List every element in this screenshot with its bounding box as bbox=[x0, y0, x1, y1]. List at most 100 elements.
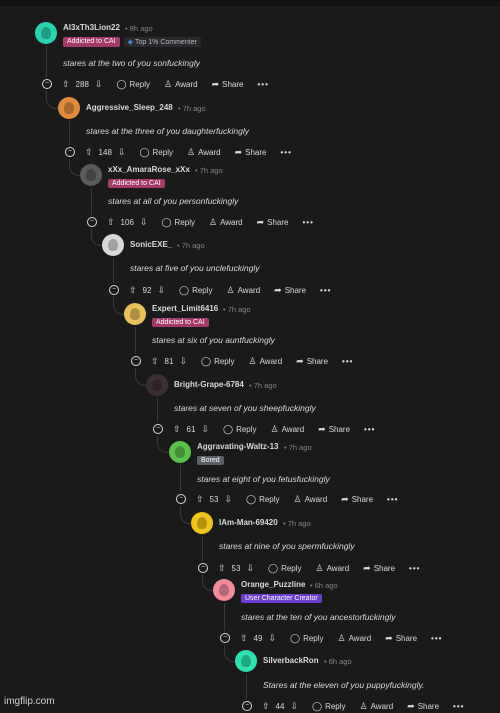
username[interactable]: SonicEXE_ bbox=[130, 240, 172, 249]
share-button[interactable]: ➦ Share bbox=[274, 285, 306, 296]
more-options-button[interactable]: ••• bbox=[453, 702, 464, 711]
downvote-icon[interactable]: ⇩ bbox=[268, 633, 276, 644]
more-options-button[interactable]: ••• bbox=[303, 218, 314, 227]
share-button[interactable]: ➦ Share bbox=[212, 79, 244, 90]
comment-body: stares at nine of you spermfuckingly bbox=[219, 541, 355, 551]
award-button[interactable]: ♙ Award bbox=[316, 563, 350, 574]
award-button[interactable]: ♙ Award bbox=[249, 356, 283, 367]
award-button[interactable]: ♙ Award bbox=[294, 494, 328, 505]
upvote-icon[interactable]: ⇧ bbox=[173, 424, 181, 435]
reply-button[interactable]: ◯ Reply bbox=[223, 424, 257, 435]
comment-body: stares at the three of you daughterfucki… bbox=[86, 126, 250, 136]
share-button[interactable]: ➦ Share bbox=[385, 633, 417, 644]
reply-button[interactable]: ◯ Reply bbox=[246, 494, 280, 505]
award-button[interactable]: ♙ Award bbox=[187, 147, 221, 158]
more-options-button[interactable]: ••• bbox=[342, 357, 353, 366]
more-options-button[interactable]: ••• bbox=[364, 425, 375, 434]
reply-button[interactable]: ◯ Reply bbox=[161, 217, 195, 228]
upvote-icon[interactable]: ⇧ bbox=[129, 285, 137, 296]
downvote-icon[interactable]: ⇩ bbox=[95, 79, 103, 90]
reply-button[interactable]: ◯ Reply bbox=[179, 285, 213, 296]
award-button[interactable]: ♙ Award bbox=[164, 79, 198, 90]
username[interactable]: IAm-Man-69420 bbox=[219, 518, 278, 527]
upvote-icon[interactable]: ⇧ bbox=[151, 356, 159, 367]
downvote-icon[interactable]: ⇩ bbox=[157, 285, 165, 296]
timestamp: • 7h ago bbox=[178, 103, 206, 113]
more-options-button[interactable]: ••• bbox=[431, 634, 442, 643]
collapse-thread-button[interactable]: − bbox=[131, 356, 141, 366]
comment-body: stares at the two of you sonfuckingly bbox=[63, 58, 201, 68]
action-bar: − ⇧ 81 ⇩ ◯ Reply ♙ Award ➦ Share ••• bbox=[131, 354, 353, 368]
upvote-icon[interactable]: ⇧ bbox=[196, 494, 204, 505]
award-button[interactable]: ♙ Award bbox=[338, 633, 372, 644]
avatar[interactable] bbox=[102, 234, 124, 256]
avatar[interactable] bbox=[235, 650, 257, 672]
username[interactable]: Al3xTh3Lion22 bbox=[63, 23, 120, 32]
reply-button[interactable]: ◯ Reply bbox=[139, 147, 173, 158]
reply-button[interactable]: ◯ Reply bbox=[116, 79, 150, 90]
upvote-icon[interactable]: ⇧ bbox=[107, 217, 115, 228]
share-button[interactable]: ➦ Share bbox=[257, 217, 289, 228]
downvote-icon[interactable]: ⇩ bbox=[179, 356, 187, 367]
upvote-icon[interactable]: ⇧ bbox=[85, 147, 93, 158]
downvote-icon[interactable]: ⇩ bbox=[224, 494, 232, 505]
collapse-thread-button[interactable]: − bbox=[87, 217, 97, 227]
upvote-icon[interactable]: ⇧ bbox=[62, 79, 70, 90]
avatar[interactable] bbox=[213, 579, 235, 601]
collapse-thread-button[interactable]: − bbox=[153, 424, 163, 434]
share-button[interactable]: ➦ Share bbox=[363, 563, 395, 574]
more-options-button[interactable]: ••• bbox=[409, 564, 420, 573]
avatar[interactable] bbox=[191, 512, 213, 534]
collapse-thread-button[interactable]: − bbox=[176, 494, 186, 504]
more-options-button[interactable]: ••• bbox=[320, 286, 331, 295]
reply-button[interactable]: ◯ Reply bbox=[290, 633, 324, 644]
username[interactable]: Expert_Limit6416 bbox=[152, 304, 218, 313]
upvote-icon[interactable]: ⇧ bbox=[240, 633, 248, 644]
reply-button[interactable]: ◯ Reply bbox=[201, 356, 235, 367]
downvote-icon[interactable]: ⇩ bbox=[246, 563, 254, 574]
collapse-thread-button[interactable]: − bbox=[109, 285, 119, 295]
avatar[interactable] bbox=[80, 164, 102, 186]
collapse-thread-button[interactable]: − bbox=[42, 79, 52, 89]
avatar[interactable] bbox=[58, 97, 80, 119]
avatar[interactable] bbox=[169, 441, 191, 463]
award-button[interactable]: ♙ Award bbox=[209, 217, 243, 228]
upvote-icon[interactable]: ⇧ bbox=[218, 563, 226, 574]
award-button[interactable]: ♙ Award bbox=[271, 424, 305, 435]
more-options-button[interactable]: ••• bbox=[258, 80, 269, 89]
downvote-icon[interactable]: ⇩ bbox=[140, 217, 148, 228]
flair-row: Addicted to CAI bbox=[108, 179, 165, 188]
award-button[interactable]: ♙ Award bbox=[227, 285, 261, 296]
avatar[interactable] bbox=[35, 22, 57, 44]
vote-group: ⇧ 288 ⇩ bbox=[62, 79, 102, 90]
username[interactable]: Orange_Puzzline bbox=[241, 580, 305, 589]
share-label: Share bbox=[245, 147, 267, 157]
share-label: Share bbox=[351, 494, 374, 504]
username[interactable]: SilverbackRon bbox=[263, 656, 319, 665]
share-button[interactable]: ➦ Share bbox=[318, 424, 350, 435]
share-icon: ➦ bbox=[234, 146, 243, 157]
share-button[interactable]: ➦ Share bbox=[296, 356, 328, 367]
award-label: Award bbox=[259, 356, 283, 366]
award-label: Award bbox=[326, 563, 350, 573]
more-options-button[interactable]: ••• bbox=[281, 148, 292, 157]
award-label: Award bbox=[198, 147, 221, 157]
collapse-thread-button[interactable]: − bbox=[220, 633, 230, 643]
share-button[interactable]: ➦ Share bbox=[235, 147, 267, 158]
avatar[interactable] bbox=[146, 374, 168, 396]
downvote-icon[interactable]: ⇩ bbox=[201, 424, 209, 435]
avatar[interactable] bbox=[124, 303, 146, 325]
share-label: Share bbox=[222, 79, 244, 89]
award-icon: ♙ bbox=[337, 632, 346, 643]
reply-button[interactable]: ◯ Reply bbox=[268, 563, 302, 574]
username[interactable]: xXx_AmaraRose_xXx bbox=[108, 165, 190, 174]
share-button[interactable]: ➦ Share bbox=[341, 494, 373, 505]
username[interactable]: Aggravating-Waltz-13 bbox=[197, 442, 279, 451]
collapse-thread-button[interactable]: − bbox=[65, 147, 75, 157]
username[interactable]: Bright-Grape-6784 bbox=[174, 380, 244, 389]
downvote-icon[interactable]: ⇩ bbox=[118, 147, 126, 158]
more-options-button[interactable]: ••• bbox=[387, 495, 398, 504]
thread-line bbox=[113, 258, 114, 283]
username[interactable]: Aggressive_Sleep_248 bbox=[86, 103, 173, 112]
collapse-thread-button[interactable]: − bbox=[198, 563, 208, 573]
